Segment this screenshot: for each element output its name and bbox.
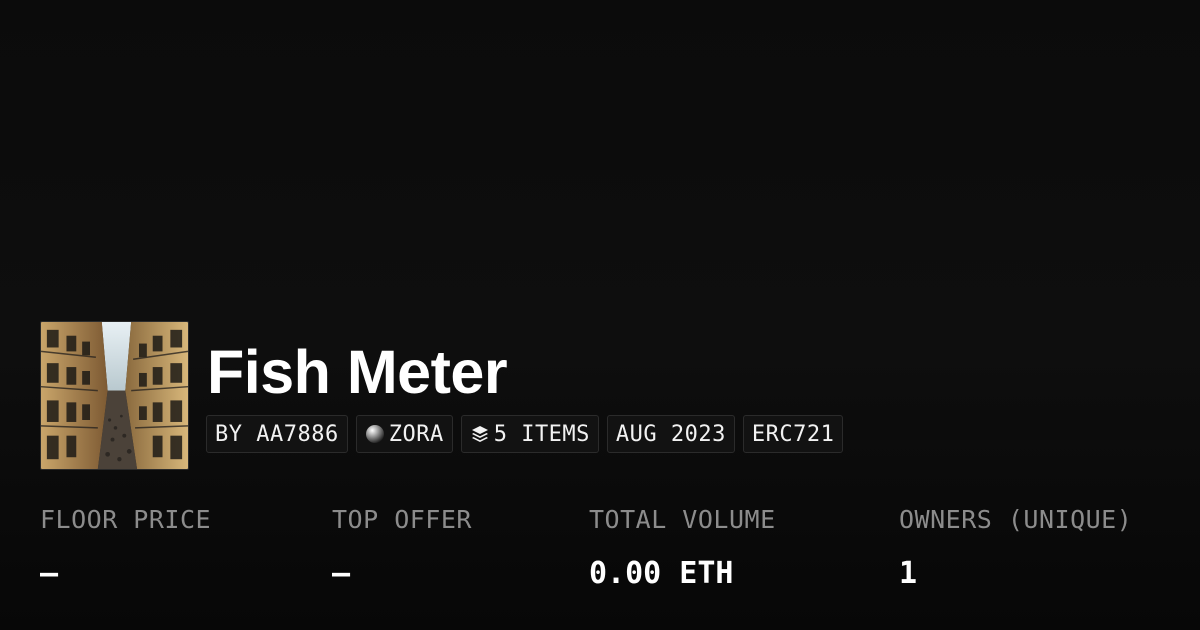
network-tag[interactable]: ZORA — [355, 415, 453, 453]
stat-label: TOP OFFER — [332, 505, 472, 534]
collection-stats: FLOOR PRICE – TOP OFFER – TOTAL VOLUME 0… — [40, 505, 1180, 605]
creator-tag[interactable]: BY AA7886 — [206, 415, 348, 453]
layers-icon — [470, 424, 490, 444]
token-standard-tag: ERC721 — [742, 415, 844, 453]
stat-floor-price: FLOOR PRICE – — [40, 505, 211, 592]
created-date-tag: AUG 2023 — [606, 415, 735, 453]
stat-total-volume: TOTAL VOLUME 0.00 ETH — [589, 505, 776, 592]
stat-value: 1 — [899, 556, 918, 591]
stat-label: FLOOR PRICE — [40, 505, 212, 534]
street-photo-thumbnail — [41, 322, 188, 469]
network-label: ZORA — [388, 421, 444, 447]
stat-value: – — [332, 556, 351, 591]
collection-title: Fish Meter — [207, 338, 508, 406]
stat-value: 0.00 ETH — [589, 556, 734, 591]
created-date-label: AUG 2023 — [615, 421, 726, 447]
zora-orb-icon — [365, 424, 385, 444]
stat-value: – — [40, 556, 59, 591]
items-count-tag[interactable]: 5 ITEMS — [460, 415, 599, 453]
stat-label: TOTAL VOLUME — [589, 505, 776, 534]
stat-unique-owners: OWNERS (UNIQUE) 1 — [899, 505, 1132, 592]
stat-top-offer: TOP OFFER – — [332, 505, 472, 592]
items-count-label: 5 ITEMS — [493, 421, 590, 447]
collection-thumbnail — [40, 321, 189, 470]
creator-label: BY AA7886 — [215, 421, 339, 447]
token-standard-label: ERC721 — [751, 421, 835, 447]
stat-label: OWNERS (UNIQUE) — [899, 505, 1133, 534]
collection-tags: BY AA7886 ZORA 5 ITEMS AUG 2023 ERC721 — [206, 415, 844, 453]
